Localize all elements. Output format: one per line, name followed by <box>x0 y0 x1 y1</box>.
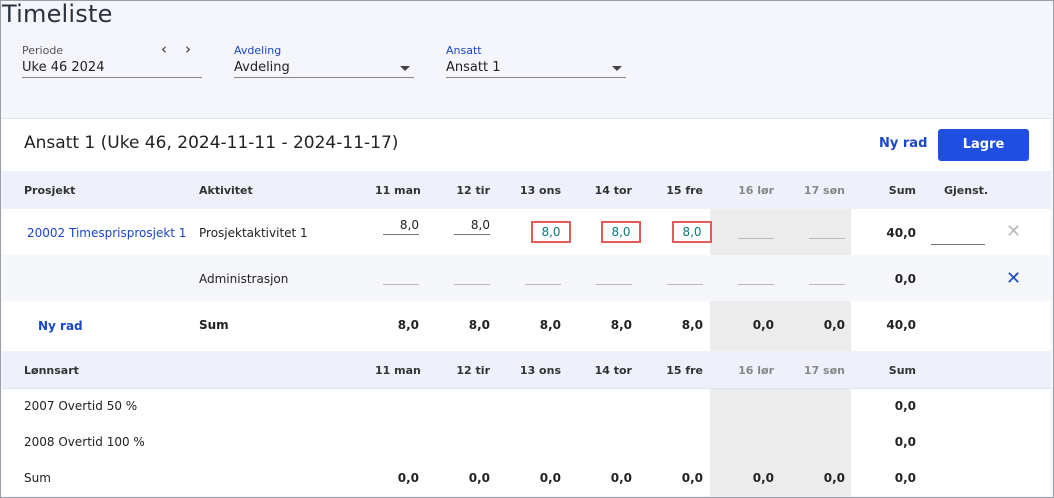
table-row: 20002 Timesprisprosjekt 1 Prosjektaktivi… <box>2 209 1051 255</box>
new-row-link[interactable]: Ny rad <box>38 319 83 333</box>
header-day: 16 lør <box>738 364 774 377</box>
periode-value[interactable]: Uke 46 2024 <box>22 58 202 78</box>
hours-input[interactable]: 8,0 <box>672 221 712 243</box>
period-nav: ‹ › <box>152 40 200 58</box>
header-sum: Sum <box>888 184 916 197</box>
avdeling-label: Avdeling <box>234 44 282 57</box>
day-sum: 8,0 <box>397 318 419 332</box>
hours-input[interactable] <box>809 221 845 239</box>
timesheet-header: Prosjekt Aktivitet 11 man 12 tir 13 ons … <box>2 171 1051 209</box>
sum-row: Ny rad Sum 8,0 8,0 8,0 8,0 8,0 0,0 0,0 4… <box>2 301 1051 347</box>
new-row-button[interactable]: Ny rad <box>879 136 927 151</box>
ansatt-value: Ansatt 1 <box>446 60 501 75</box>
activity-cell: Prosjektaktivitet 1 <box>199 226 308 240</box>
header-day: 13 ons <box>519 364 561 377</box>
sum-label: Sum <box>24 471 51 485</box>
hours-input[interactable]: 8,0 <box>601 221 641 243</box>
wagetype-name: 2008 Overtid 100 % <box>24 435 145 449</box>
remaining-input[interactable] <box>931 227 985 245</box>
total-sum: 40,0 <box>886 318 916 332</box>
header-day: 11 man <box>375 364 421 377</box>
table-row: 2007 Overtid 50 % 0,0 <box>2 389 1051 425</box>
day-sum: 0,0 <box>468 471 490 485</box>
wagetype-header: Lønnsart 11 man 12 tir 13 ons 14 tor 15 … <box>2 351 1051 389</box>
day-sum: 8,0 <box>468 318 490 332</box>
header-day: 16 lør <box>738 184 774 197</box>
row-sum: 0,0 <box>894 272 916 286</box>
day-sum: 0,0 <box>752 318 774 332</box>
project-link[interactable]: 20002 Timesprisprosjekt 1 <box>27 226 186 240</box>
chevron-down-icon <box>612 66 622 71</box>
ansatt-label: Ansatt <box>446 44 482 57</box>
row-sum: 0,0 <box>894 399 916 413</box>
close-icon[interactable]: ✕ <box>1006 268 1021 289</box>
hours-input[interactable] <box>738 221 774 239</box>
ansatt-select[interactable]: Ansatt Ansatt 1 <box>446 44 626 78</box>
day-sum: 0,0 <box>539 471 561 485</box>
chevron-left-icon[interactable]: ‹ <box>152 40 176 58</box>
hours-input[interactable] <box>525 267 561 285</box>
ansatt-value-box[interactable]: Ansatt 1 <box>446 58 626 78</box>
avdeling-select[interactable]: Avdeling Avdeling <box>234 44 414 78</box>
wagetype-name: 2007 Overtid 50 % <box>24 399 138 413</box>
header-wagetype: Lønnsart <box>24 364 79 377</box>
hours-input[interactable] <box>667 267 703 285</box>
hours-input[interactable] <box>454 267 490 285</box>
hours-input[interactable] <box>596 267 632 285</box>
table-row: Administrasjon 0,0 ✕ <box>2 255 1051 301</box>
hours-input[interactable]: 8,0 <box>531 221 571 243</box>
header-remaining: Gjenst. <box>944 184 989 197</box>
header-day: 17 søn <box>803 184 845 197</box>
row-sum: 40,0 <box>886 226 916 240</box>
avdeling-value: Avdeling <box>234 60 290 75</box>
day-sum: 0,0 <box>681 471 703 485</box>
page-title: Timeliste <box>2 0 113 28</box>
day-sum: 0,0 <box>397 471 419 485</box>
table-row: 2008 Overtid 100 % 0,0 <box>2 425 1051 461</box>
header-day: 15 fre <box>666 364 703 377</box>
day-sum: 8,0 <box>681 318 703 332</box>
hours-input[interactable]: 8,0 <box>454 217 490 235</box>
total-sum: 0,0 <box>894 471 916 485</box>
day-sum: 8,0 <box>539 318 561 332</box>
chevron-right-icon[interactable]: › <box>176 40 200 58</box>
header-day: 17 søn <box>803 364 845 377</box>
chevron-down-icon <box>400 66 410 71</box>
day-sum: 0,0 <box>610 471 632 485</box>
header-sum: Sum <box>888 364 916 377</box>
timesheet-card: Ansatt 1 (Uke 46, 2024-11-11 - 2024-11-1… <box>2 118 1051 497</box>
wage-sum-row: Sum 0,0 0,0 0,0 0,0 0,0 0,0 0,0 0,0 <box>2 461 1051 497</box>
row-sum: 0,0 <box>894 435 916 449</box>
header-day: 13 ons <box>519 184 561 197</box>
hours-input[interactable] <box>738 267 774 285</box>
hours-input[interactable] <box>383 267 419 285</box>
avdeling-value-box[interactable]: Avdeling <box>234 58 414 78</box>
header-day: 14 tor <box>594 364 632 377</box>
hours-input[interactable]: 8,0 <box>383 217 419 235</box>
save-button[interactable]: Lagre <box>938 129 1029 161</box>
sum-label: Sum <box>199 318 229 332</box>
close-icon[interactable]: ✕ <box>1006 221 1021 242</box>
day-sum: 8,0 <box>610 318 632 332</box>
header-day: 12 tir <box>456 184 490 197</box>
day-sum: 0,0 <box>823 318 845 332</box>
header-activity: Aktivitet <box>199 184 253 197</box>
card-title: Ansatt 1 (Uke 46, 2024-11-11 - 2024-11-1… <box>24 133 399 153</box>
header-day: 15 fre <box>666 184 703 197</box>
header-day: 11 man <box>375 184 421 197</box>
header-day: 12 tir <box>456 364 490 377</box>
header-day: 14 tor <box>594 184 632 197</box>
activity-cell: Administrasjon <box>199 272 289 286</box>
hours-input[interactable] <box>809 267 845 285</box>
header-project: Prosjekt <box>24 184 76 197</box>
day-sum: 0,0 <box>752 471 774 485</box>
day-sum: 0,0 <box>823 471 845 485</box>
